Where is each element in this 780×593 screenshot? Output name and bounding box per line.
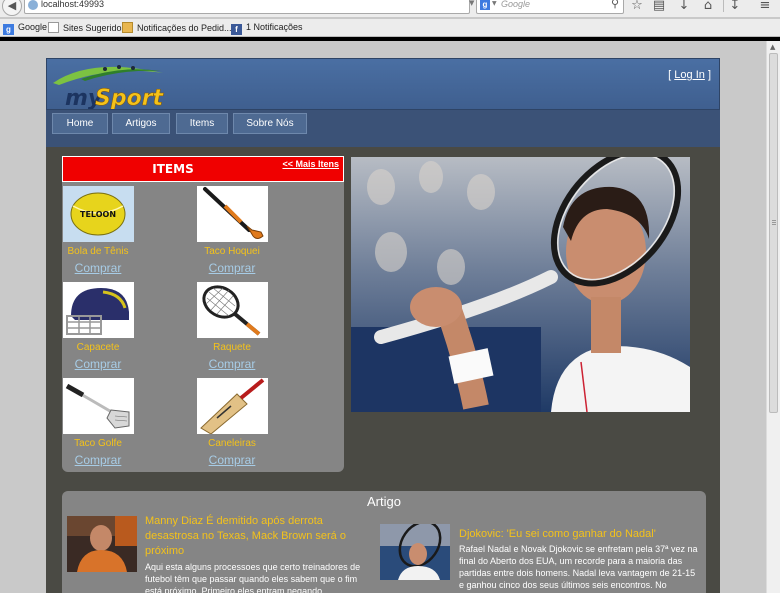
product-card: TELOON Bola de Tênis Comprar [38, 186, 158, 275]
bookmark-label: Google [18, 22, 48, 32]
article-title-link[interactable]: Djokovic: 'Eu sei como ganhar do Nadal' [459, 527, 699, 542]
menu-item-home[interactable]: Home [52, 113, 108, 134]
buy-link[interactable]: Comprar [172, 357, 292, 371]
article-title-link[interactable]: Manny Diaz É demitido após derrota desas… [145, 514, 355, 559]
svg-text:Sport: Sport [95, 86, 165, 109]
items-panel: ITEMS << Mais Itens TELOON Bola de Tênis… [62, 156, 344, 472]
scroll-up-arrow-icon[interactable]: ▲ [770, 43, 775, 51]
cricket-bat-image[interactable] [196, 378, 268, 434]
bookmark-facebook-notificacoes[interactable]: f 1 Notificações [231, 22, 303, 35]
racket-image[interactable] [196, 282, 268, 338]
golf-club-image[interactable] [62, 378, 134, 434]
folder-icon [122, 22, 133, 33]
menu-icon[interactable]: ≡ [757, 0, 773, 13]
download-icon[interactable]: ↓ [676, 0, 692, 13]
url-text: localhost:49993 [41, 0, 105, 9]
buy-link[interactable]: Comprar [38, 357, 158, 371]
page-container: my Sport [ Log In ] Home Artigos Items S… [46, 58, 720, 593]
url-bar[interactable]: localhost:49993 ▼ ↻ [24, 0, 490, 14]
bracket-close: ] [707, 69, 711, 81]
back-arrow-icon[interactable]: ◀ [2, 0, 22, 16]
article-excerpt: Rafael Nadal e Novak Djokovic se enfreta… [459, 544, 698, 590]
toolbar-separator [723, 0, 724, 12]
scroll-thumb[interactable] [769, 53, 778, 413]
bookmark-label: Sites Sugeridos [63, 23, 127, 33]
globe-icon [28, 0, 38, 10]
product-name: Raquete [213, 342, 251, 353]
reading-list-icon[interactable]: ▤ [651, 0, 667, 13]
items-header: ITEMS << Mais Itens [62, 156, 344, 182]
search-icon[interactable]: ⚲ [611, 0, 619, 10]
login-area: [ Log In ] [668, 69, 711, 81]
svg-text:TELOON: TELOON [79, 210, 115, 219]
bookmarks-bar: g Google Sites Sugeridos Notificações do … [0, 19, 780, 37]
product-name: Taco Golfe [74, 438, 122, 449]
google-search-icon: g [480, 0, 490, 10]
login-link[interactable]: Log In [674, 69, 705, 81]
bookmark-sites-sugeridos[interactable]: Sites Sugeridos [48, 22, 126, 34]
search-input[interactable]: Google [501, 0, 530, 9]
search-engine-dropdown-icon[interactable]: ▼ [492, 0, 497, 7]
product-card: Taco Golfe Comprar [38, 378, 158, 467]
product-name: Taco Hoquei [204, 246, 260, 257]
bookmark-notificacoes-pedido[interactable]: Notificações do Pedid... [122, 22, 232, 34]
buy-link[interactable]: Comprar [38, 453, 158, 467]
mysport-logo[interactable]: my Sport [51, 61, 169, 112]
helmet-image[interactable] [62, 282, 134, 338]
more-items-link[interactable]: << Mais Itens [282, 159, 339, 169]
google-icon: g [3, 24, 14, 35]
menu-item-items[interactable]: Items [176, 113, 228, 134]
product-card: Capacete Comprar [38, 282, 158, 371]
menu-item-artigos[interactable]: Artigos [112, 113, 170, 134]
site-header: my Sport [ Log In ] [46, 58, 720, 112]
bookmark-label: 1 Notificações [246, 22, 303, 32]
tennis-ball-image[interactable]: TELOON [62, 186, 134, 242]
article-excerpt: Aqui esta alguns processoes que certo tr… [145, 562, 361, 593]
menu-item-sobre-nos[interactable]: Sobre Nós [233, 113, 307, 134]
article-thumbnail[interactable] [380, 524, 450, 580]
vertical-scrollbar[interactable]: ▲ [766, 41, 780, 593]
dropdown-arrow-icon[interactable]: ▼ [469, 0, 474, 7]
facebook-icon: f [231, 24, 242, 35]
search-bar[interactable]: g ▼ Google ⚲ [476, 0, 624, 14]
divider [0, 37, 780, 41]
hockey-stick-image[interactable] [196, 186, 268, 242]
main-menu: Home Artigos Items Sobre Nós [46, 110, 720, 147]
bookmark-label: Notificações do Pedid... [137, 23, 232, 33]
hero-image [351, 157, 690, 412]
product-name: Bola de Tênis [67, 246, 129, 257]
buy-link[interactable]: Comprar [38, 261, 158, 275]
downloads-tray-icon[interactable]: ↧ [727, 0, 743, 13]
bracket-open: [ [668, 69, 672, 81]
product-card: Raquete Comprar [172, 282, 292, 371]
grip-icon [772, 220, 776, 221]
buy-link[interactable]: Comprar [172, 453, 292, 467]
product-name: Caneleiras [208, 438, 256, 449]
article-thumbnail[interactable] [67, 516, 137, 572]
home-icon[interactable]: ⌂ [700, 0, 716, 13]
bookmark-star-icon[interactable]: ☆ [629, 0, 645, 13]
browser-nav-bar: ◀ localhost:49993 ▼ ↻ g ▼ Google ⚲ ☆ ▤ ↓… [0, 0, 780, 17]
page-icon [48, 22, 59, 33]
product-name: Capacete [76, 342, 120, 353]
articles-section: Artigo Manny Diaz É demitido após derrot… [62, 491, 706, 593]
items-title: ITEMS [152, 162, 194, 176]
articles-title: Artigo [367, 494, 401, 509]
bookmark-google[interactable]: g Google [3, 22, 48, 35]
product-card: Caneleiras Comprar [172, 378, 292, 467]
product-card: Taco Hoquei Comprar [172, 186, 292, 275]
buy-link[interactable]: Comprar [172, 261, 292, 275]
